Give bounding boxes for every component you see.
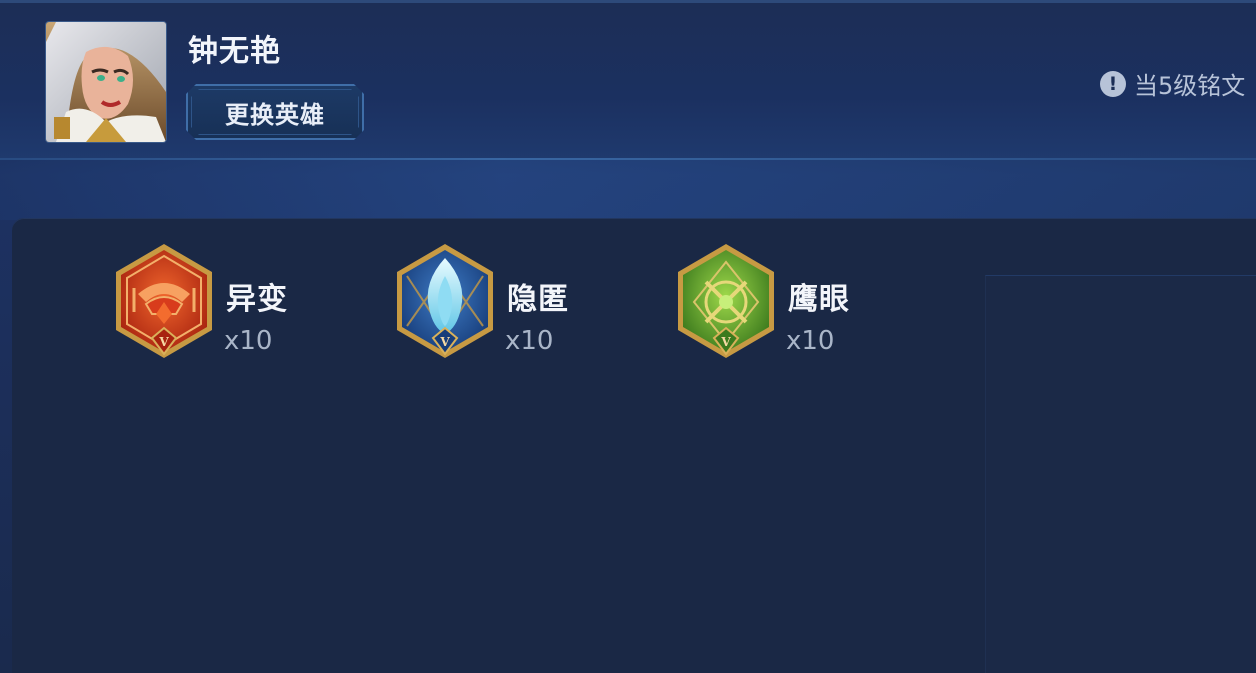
notice-text: 当5级铭文 bbox=[1134, 72, 1246, 100]
hero-portrait-image bbox=[46, 22, 166, 142]
rune-item-mutation[interactable]: V 异变 x10 bbox=[112, 242, 372, 362]
change-hero-button-label: 更换英雄 bbox=[225, 100, 325, 129]
change-hero-button[interactable]: 更换英雄 bbox=[186, 84, 364, 140]
rune-name: 异变 bbox=[226, 282, 288, 317]
blue-rune-icon: V bbox=[397, 244, 493, 358]
hero-portrait[interactable] bbox=[46, 22, 166, 142]
sub-header-band bbox=[0, 160, 1256, 220]
rune-count: x10 bbox=[786, 326, 835, 356]
rune-item-stealth[interactable]: V 隐匿 x10 bbox=[393, 242, 653, 362]
green-rune-icon: V bbox=[678, 244, 774, 358]
rune-page: 钟无艳 更换英雄 ! 当5级铭文 V 异变 x10 V 隐匿 x10 V 鹰眼 … bbox=[0, 0, 1256, 673]
hero-header bbox=[0, 0, 1256, 160]
svg-text:V: V bbox=[720, 335, 731, 349]
rune-detail-panel bbox=[985, 275, 1256, 673]
hero-name: 钟无艳 bbox=[188, 34, 281, 69]
rune-name: 隐匿 bbox=[507, 282, 569, 317]
exclamation-circle-icon: ! bbox=[1100, 70, 1126, 97]
red-rune-icon: V bbox=[116, 244, 212, 358]
rune-notice: ! 当5级铭文 bbox=[1100, 66, 1245, 101]
rune-count: x10 bbox=[224, 326, 273, 356]
svg-text:V: V bbox=[439, 335, 450, 349]
rune-name: 鹰眼 bbox=[788, 282, 850, 317]
svg-text:V: V bbox=[158, 335, 169, 349]
rune-count: x10 bbox=[505, 326, 554, 356]
rune-item-hawkeye[interactable]: V 鹰眼 x10 bbox=[674, 242, 934, 362]
